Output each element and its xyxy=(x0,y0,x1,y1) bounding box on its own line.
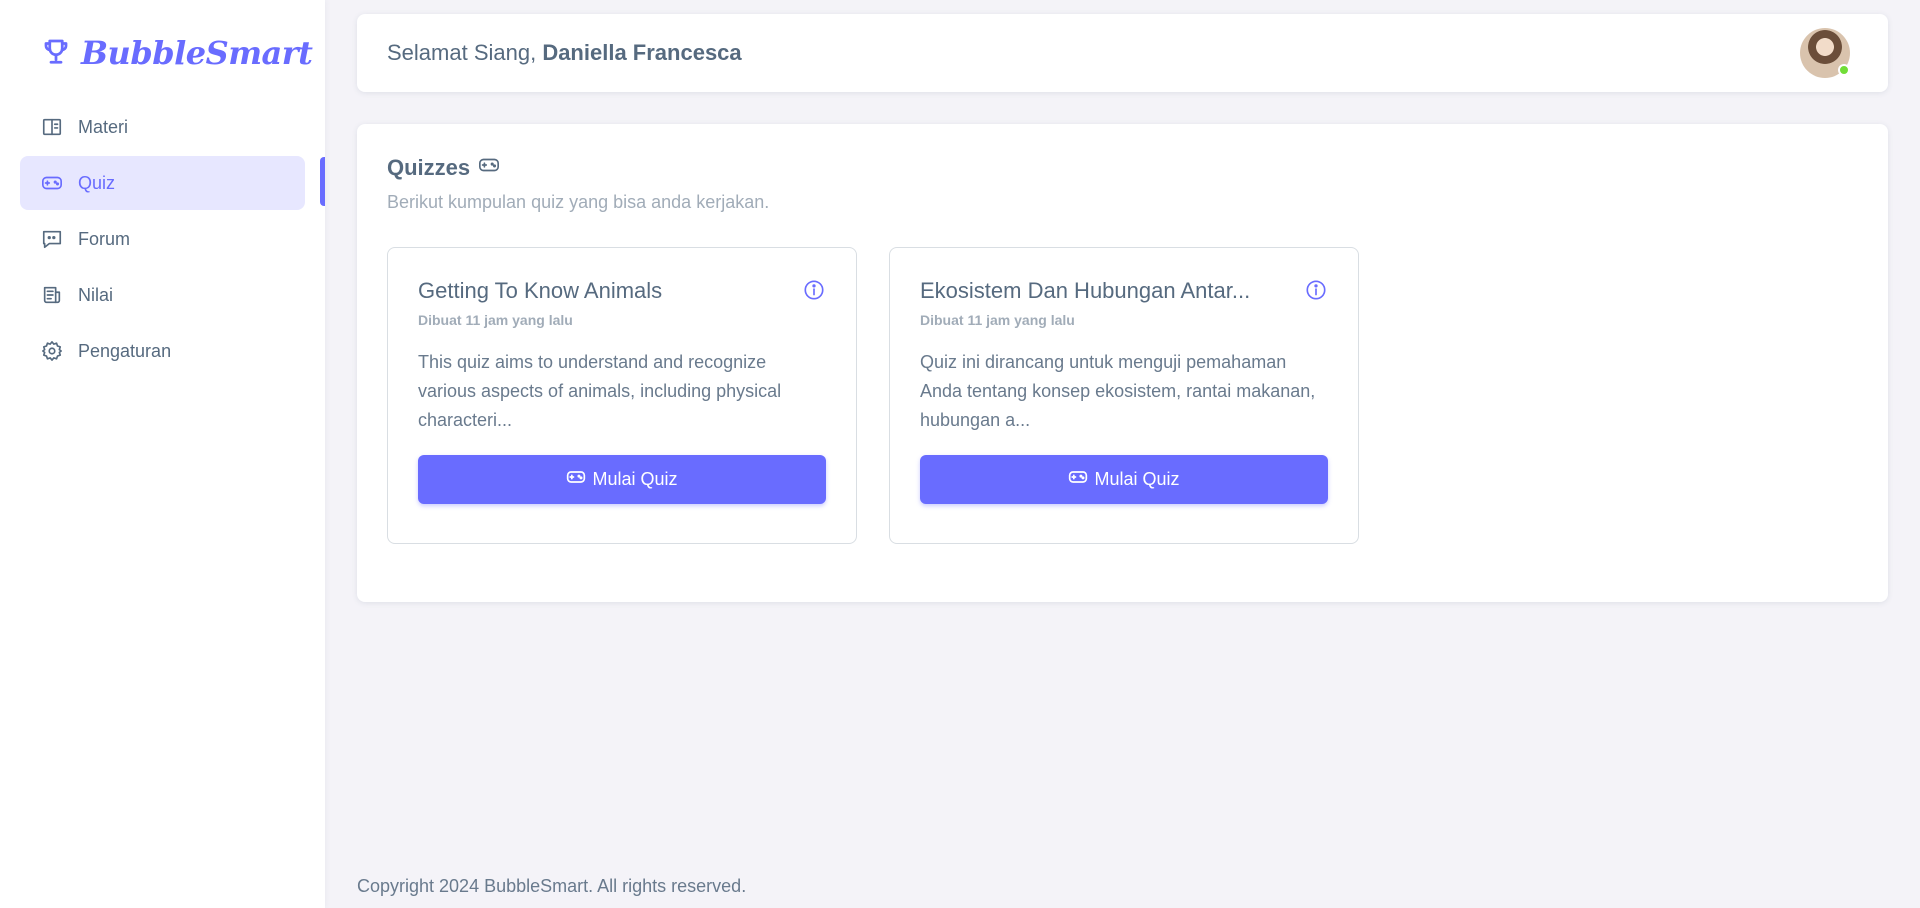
quiz-list: Getting To Know Animals Dibuat 11 jam ya… xyxy=(387,247,1858,544)
gamepad-icon xyxy=(41,172,63,194)
page-title: Quizzes xyxy=(387,154,1858,182)
start-quiz-button[interactable]: Mulai Quiz xyxy=(920,455,1328,504)
brand-logo[interactable]: BubbleSmart xyxy=(0,26,325,80)
sidebar-item-label: Nilai xyxy=(78,284,114,305)
quiz-title: Ekosistem Dan Hubungan Antar... xyxy=(920,278,1251,303)
avatar[interactable] xyxy=(1800,28,1850,78)
sidebar-item-nilai[interactable]: Nilai xyxy=(20,268,305,322)
app-root: BubbleSmart Materi Quiz Forum Nilai Peng… xyxy=(0,0,1920,908)
gear-icon xyxy=(41,340,63,362)
quizzes-card: Quizzes Berikut kumpulan quiz yang bisa … xyxy=(357,124,1888,602)
sidebar-item-label: Materi xyxy=(78,116,129,137)
book-icon xyxy=(41,116,63,138)
page-title-text: Quizzes xyxy=(387,155,471,180)
quiz-header: Ekosistem Dan Hubungan Antar... Dibuat 1… xyxy=(920,278,1328,328)
info-icon[interactable] xyxy=(1304,278,1328,302)
sidebar-item-label: Forum xyxy=(78,228,131,249)
sidebar-item-label: Pengaturan xyxy=(78,340,172,361)
online-status-dot xyxy=(1838,64,1850,76)
greeting-prefix: Selamat Siang, xyxy=(387,40,543,65)
gamepad-icon xyxy=(566,467,586,492)
start-quiz-label: Mulai Quiz xyxy=(592,469,678,489)
quiz-created-time: Dibuat 11 jam yang lalu xyxy=(920,312,1075,328)
sidebar-item-forum[interactable]: Forum xyxy=(20,212,305,266)
main-content: Selamat Siang, Daniella Francesca Quizze… xyxy=(325,0,1920,908)
gamepad-icon xyxy=(1068,467,1088,492)
chat-icon xyxy=(41,228,63,250)
footer: Copyright 2024 BubbleSmart. All rights r… xyxy=(357,876,746,897)
user-name: Daniella Francesca xyxy=(542,40,742,65)
page-subtitle: Berikut kumpulan quiz yang bisa anda ker… xyxy=(387,192,770,212)
sidebar: BubbleSmart Materi Quiz Forum Nilai Peng… xyxy=(0,0,325,908)
quiz-created-time: Dibuat 11 jam yang lalu xyxy=(418,312,573,328)
copyright-text: Copyright 2024 BubbleSmart. All rights r… xyxy=(357,876,747,896)
quiz-card: Getting To Know Animals Dibuat 11 jam ya… xyxy=(387,247,857,544)
top-navbar: Selamat Siang, Daniella Francesca xyxy=(357,14,1888,92)
gamepad-icon xyxy=(478,154,500,182)
start-quiz-label: Mulai Quiz xyxy=(1094,469,1180,489)
quiz-description: This quiz aims to understand and recogni… xyxy=(418,352,782,430)
trophy-icon xyxy=(41,35,71,72)
quiz-card: Ekosistem Dan Hubungan Antar... Dibuat 1… xyxy=(889,247,1359,544)
quiz-header: Getting To Know Animals Dibuat 11 jam ya… xyxy=(418,278,826,328)
quiz-description: Quiz ini dirancang untuk menguji pemaham… xyxy=(920,352,1316,430)
greeting: Selamat Siang, Daniella Francesca xyxy=(387,40,742,66)
quiz-title: Getting To Know Animals xyxy=(418,278,663,303)
sidebar-item-materi[interactable]: Materi xyxy=(20,100,305,154)
sidebar-item-label: Quiz xyxy=(78,172,116,193)
sidebar-item-quiz[interactable]: Quiz xyxy=(20,156,305,210)
info-icon[interactable] xyxy=(802,278,826,302)
report-icon xyxy=(41,284,63,306)
start-quiz-button[interactable]: Mulai Quiz xyxy=(418,455,826,504)
sidebar-menu: Materi Quiz Forum Nilai Pengaturan xyxy=(0,100,325,378)
brand-name: BubbleSmart xyxy=(81,34,313,72)
sidebar-item-pengaturan[interactable]: Pengaturan xyxy=(20,324,305,378)
